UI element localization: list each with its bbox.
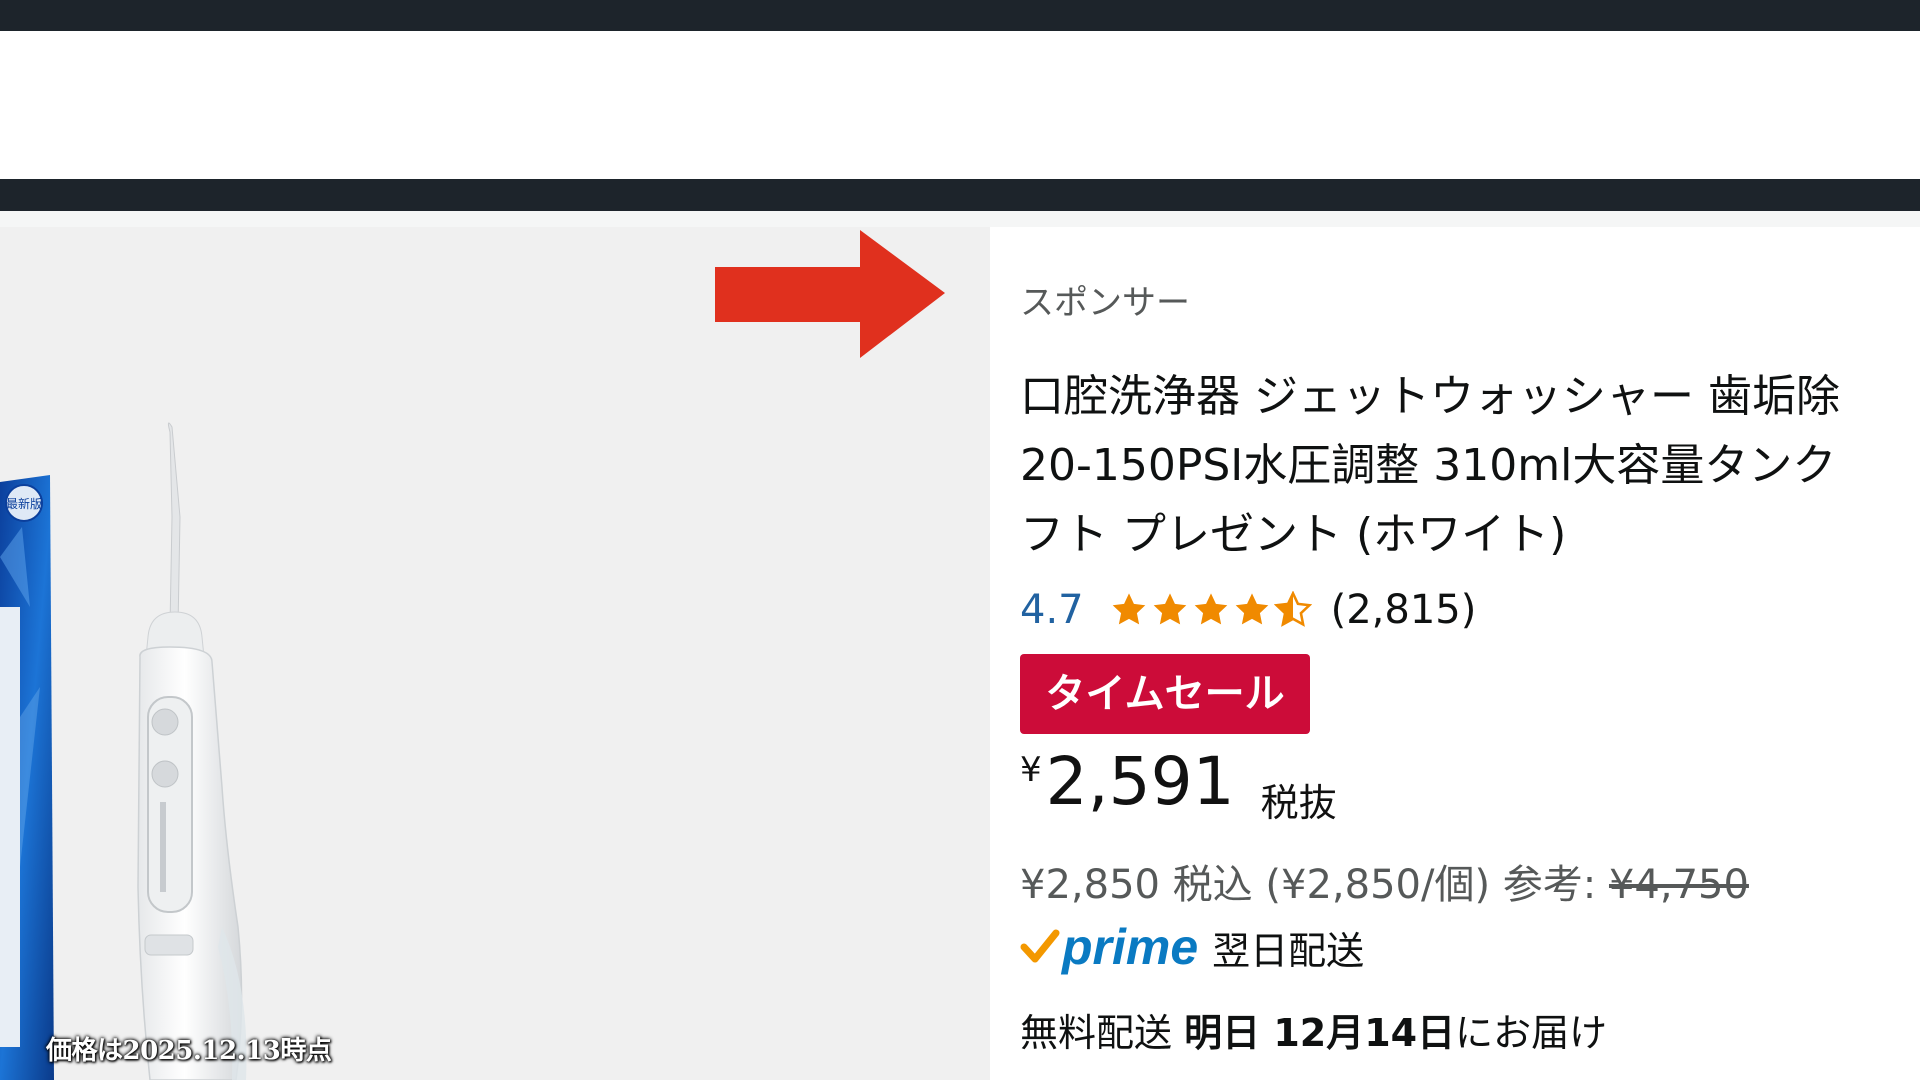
right-arrow-icon [715, 230, 945, 358]
time-sale-badge: タイムセール [1020, 654, 1310, 734]
price-value: 2,591 [1045, 743, 1235, 820]
sponsored-label: スポンサー [1020, 283, 1190, 323]
star-icon [1194, 593, 1227, 625]
product-title[interactable]: 口腔洗浄器 ジェットウォッシャー 歯垢除 20-150PSI水圧調整 310ml… [1020, 362, 1920, 569]
sub-price-row: ¥2,850 税込 (¥2,850/個) 参考: ¥4,750 [1020, 852, 1749, 910]
header-dark-band [0, 179, 1920, 211]
star-icon [1112, 593, 1145, 625]
unit-price: (¥2,850/個) [1265, 862, 1491, 908]
rating-value[interactable]: 4.7 [1020, 587, 1084, 633]
prime-delivery-label: 翌日配送 [1212, 928, 1365, 973]
product-title-line[interactable]: 口腔洗浄器 ジェットウォッシャー 歯垢除 [1020, 362, 1920, 431]
star-rating[interactable] [1110, 591, 1315, 629]
price-row: ¥ 2,591 税抜 [1020, 742, 1337, 827]
prime-logo: prime [1062, 919, 1199, 975]
price-date-caption: 価格は2025.12.13時点 [46, 1036, 332, 1066]
delivery-info: 無料配送 明日 12月14日にお届け [1020, 1002, 1607, 1057]
delivery-suffix: にお届け [1455, 1011, 1608, 1055]
prime-row: prime 翌日配送 [1020, 907, 1364, 987]
review-count[interactable]: (2,815) [1331, 587, 1477, 633]
nozzle-shape [167, 422, 181, 628]
star-icon [1153, 593, 1186, 625]
price-currency: ¥ [1020, 750, 1042, 790]
rating-row: 4.7 (2,815) [1020, 585, 1476, 635]
star-icon [1235, 593, 1268, 625]
tax-excluded-label: 税抜 [1260, 781, 1337, 825]
top-dark-bar [0, 0, 1920, 31]
delivery-prefix: 無料配送 [1020, 1011, 1173, 1055]
product-info-panel: スポンサー 口腔洗浄器 ジェットウォッシャー 歯垢除 20-150PSI水圧調整… [990, 227, 1920, 1080]
separator [0, 211, 1920, 227]
reference-price: ¥4,750 [1608, 862, 1749, 908]
product-title-line[interactable]: フト プレゼント (ホワイト) [1020, 500, 1920, 569]
reference-label: 参考: [1502, 862, 1597, 908]
price-incl-tax: ¥2,850 [1020, 862, 1160, 908]
half-star-icon [1273, 591, 1312, 627]
product-title-line[interactable]: 20-150PSI水圧調整 310ml大容量タンク [1020, 431, 1920, 500]
check-icon [1020, 929, 1060, 963]
tax-included-label: 税込 [1172, 862, 1253, 908]
delivery-date: 明日 12月14日 [1184, 1011, 1456, 1055]
box-label: 最新版 [6, 496, 42, 511]
header-area [0, 31, 1920, 179]
